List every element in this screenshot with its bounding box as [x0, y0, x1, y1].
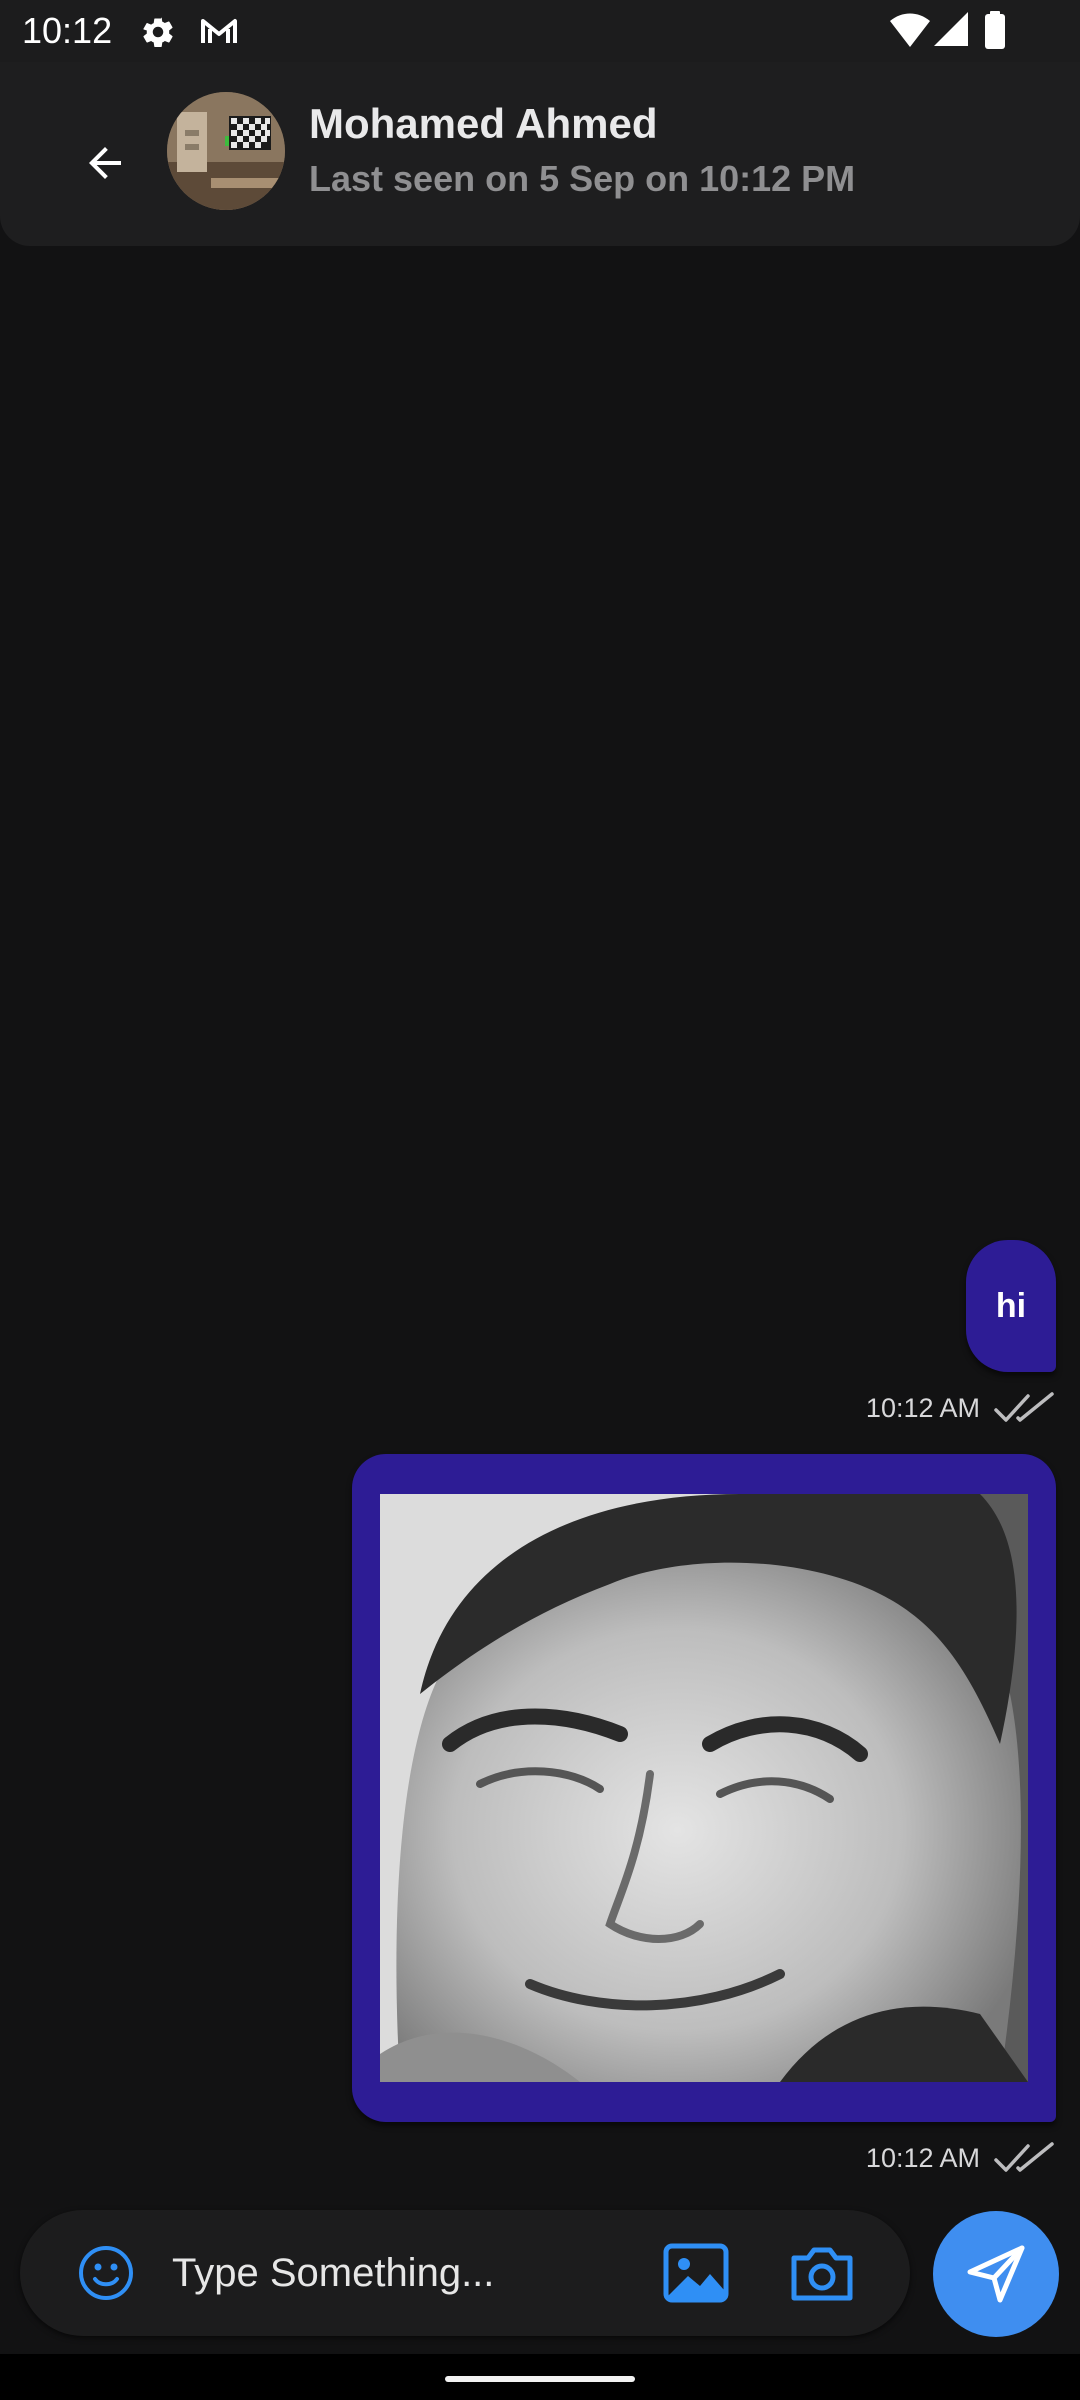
message-meta: 10:12 AM [866, 2136, 1054, 2180]
gmail-icon [201, 19, 237, 43]
avatar[interactable] [167, 92, 285, 210]
signal-icon [934, 12, 968, 46]
message-input[interactable] [172, 2233, 632, 2313]
contact-name: Mohamed Ahmed [309, 100, 658, 147]
message-bubble-text[interactable]: hi [966, 1240, 1056, 1372]
image-gallery-icon[interactable] [662, 2240, 730, 2306]
chat-header: Mohamed Ahmed Last seen on 5 Sep on 10:1… [0, 62, 1080, 246]
message-meta: 10:12 AM [866, 1386, 1054, 1430]
send-paper-plane-icon [967, 2245, 1025, 2303]
last-seen-status: Last seen on 5 Sep on 10:12 PM [309, 158, 856, 199]
message-time: 10:12 AM [865, 2142, 980, 2173]
message-photo[interactable] [380, 1494, 1028, 2082]
status-bar: 10:12 [0, 0, 1080, 62]
message-time: 10:12 AM [865, 1392, 980, 1423]
message-text: hi [995, 1286, 1027, 1325]
double-check-icon [994, 2142, 1054, 2172]
back-button[interactable] [60, 118, 150, 208]
message-bubble-image[interactable] [352, 1454, 1056, 2122]
portrait-photo [380, 1494, 1028, 2082]
send-button[interactable] [933, 2211, 1059, 2337]
home-gesture-handle[interactable] [445, 2376, 635, 2382]
smiley-face-icon[interactable] [76, 2243, 136, 2303]
wifi-icon [890, 13, 930, 47]
message-composer [20, 2210, 910, 2336]
camera-icon[interactable] [788, 2240, 856, 2306]
settings-gear-icon [143, 17, 173, 48]
arrow-left-icon [89, 147, 121, 179]
battery-icon [985, 11, 1005, 49]
double-check-icon [994, 1392, 1054, 1422]
system-navigation-bar [0, 2354, 1080, 2400]
status-time: 10:12 [22, 10, 113, 51]
avatar-photo [167, 92, 285, 210]
chat-screen: 10:12 Mohamed Ahmed Last seen on 5 Sep o… [0, 0, 1080, 2400]
